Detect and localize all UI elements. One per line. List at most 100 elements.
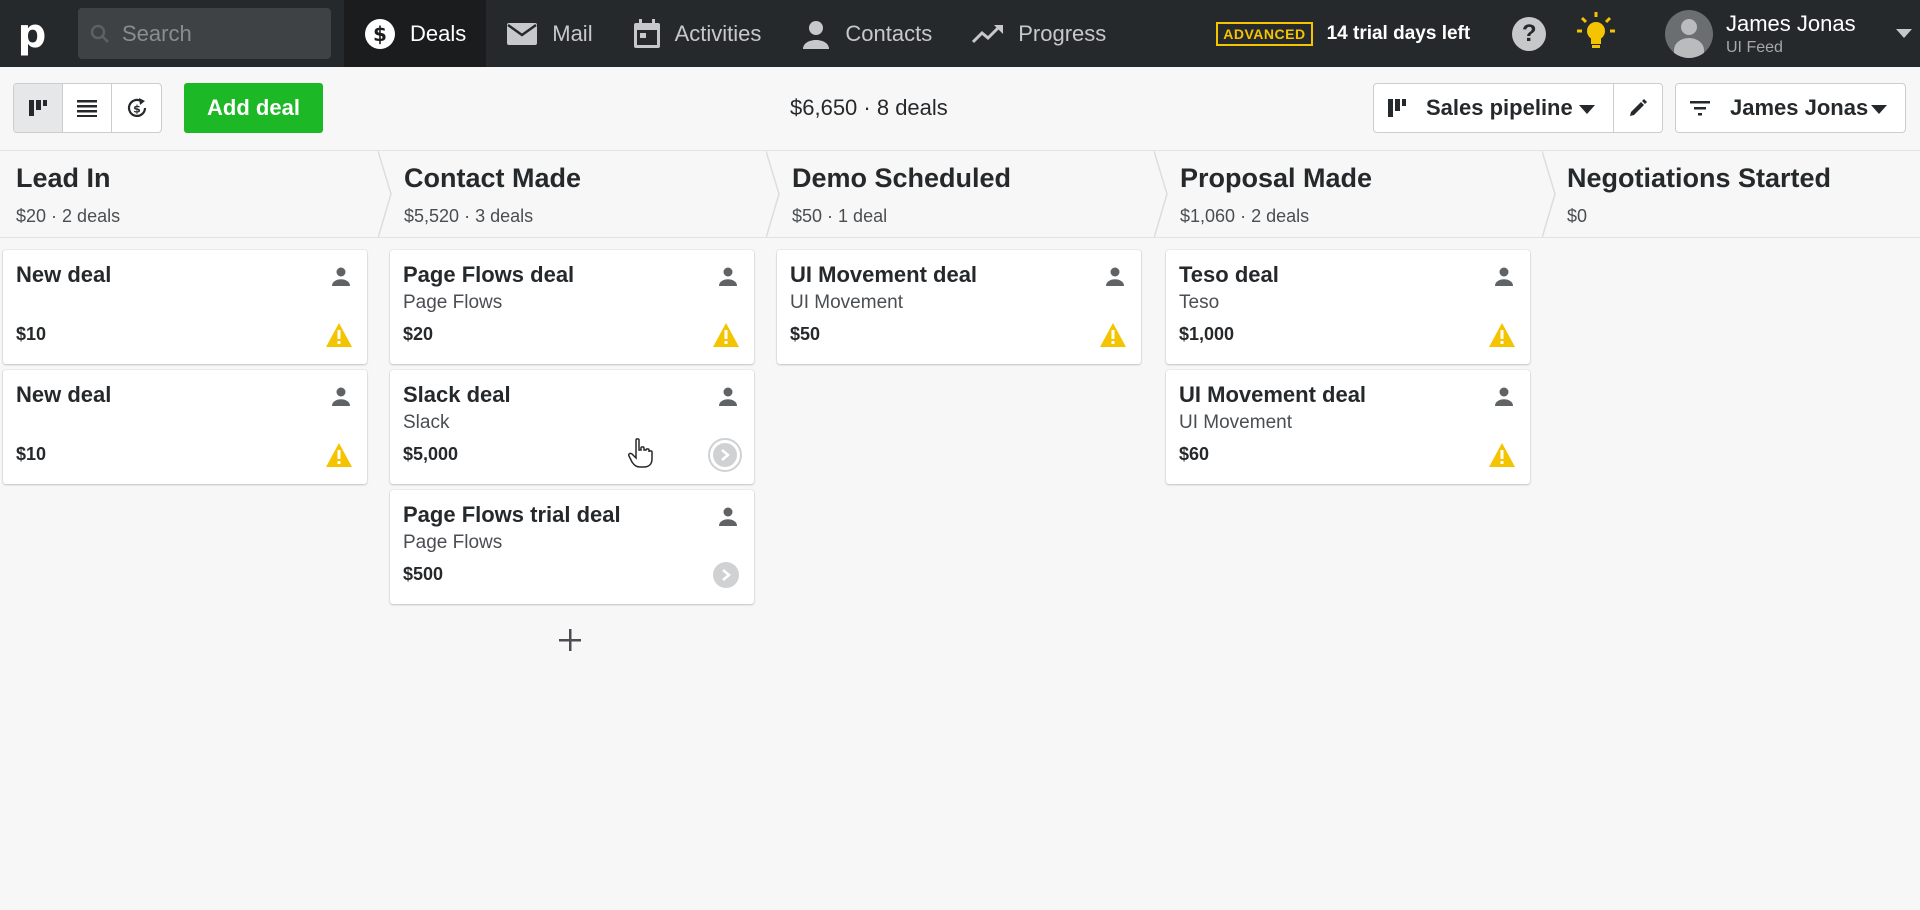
deal-title: New deal <box>16 262 112 287</box>
stage-summary: $5,520 · 3 deals <box>404 206 534 226</box>
person-icon <box>1495 387 1513 406</box>
stage-title: Demo Scheduled <box>792 163 1012 193</box>
warning-icon[interactable] <box>325 442 353 468</box>
deal-value: $50 <box>790 324 821 344</box>
chevron-down-icon <box>1871 105 1887 114</box>
nav-activities-label: Activities <box>674 20 762 46</box>
dollar-circle-icon: $ <box>365 18 395 49</box>
deal-value: $5,000 <box>403 444 459 464</box>
pipeline-view-button[interactable] <box>14 84 63 132</box>
person-icon <box>1495 267 1513 286</box>
nav-contacts[interactable]: Contacts <box>781 0 952 67</box>
warning-icon[interactable] <box>325 322 353 348</box>
stage-summary: $20 · 2 deals <box>16 206 121 226</box>
mail-icon <box>507 22 538 45</box>
search-input[interactable]: Search <box>78 8 331 59</box>
edit-pipeline-button[interactable] <box>1613 83 1663 133</box>
forecast-view-icon: $ <box>127 98 146 117</box>
person-icon <box>1106 267 1124 286</box>
nav-activities[interactable]: Activities <box>613 0 782 67</box>
chevron-down-icon <box>1895 29 1912 38</box>
stage-summary: $50 · 1 deal <box>792 206 888 226</box>
warning-icon[interactable] <box>1488 322 1516 348</box>
nav-deals-label: Deals <box>410 20 467 46</box>
stage-proposal-made[interactable]: Proposal Made $1,060 · 2 deals <box>1180 151 1372 238</box>
search-icon <box>90 24 109 43</box>
pipeline-summary: $6,650 · 8 deals <box>790 95 948 120</box>
stage-separator <box>378 151 392 238</box>
deal-organization: Slack <box>403 412 450 433</box>
warning-icon[interactable] <box>1099 322 1127 348</box>
plan-badge[interactable]: ADVANCED <box>1216 21 1313 46</box>
deal-value: $10 <box>16 324 47 344</box>
nav-deals[interactable]: $ Deals <box>344 0 487 67</box>
deal-card[interactable]: Page Flows deal Page Flows $20 <box>390 250 754 364</box>
filter-icon <box>1690 101 1710 116</box>
nav-contacts-label: Contacts <box>845 20 933 46</box>
stage-column-proposal-made: Teso deal Teso $1,000 UI Movement deal U… <box>1164 238 1552 910</box>
stage-title: Lead In <box>16 163 111 193</box>
user-name: James Jonas <box>1726 10 1856 36</box>
pipedrive-logo[interactable]: p <box>0 0 64 67</box>
nav-mail-label: Mail <box>552 20 593 46</box>
warning-icon[interactable] <box>712 322 740 348</box>
stage-demo-scheduled[interactable]: Demo Scheduled $50 · 1 deal <box>792 151 1011 238</box>
deal-card[interactable]: UI Movement deal UI Movement $50 <box>777 250 1141 364</box>
person-icon <box>719 387 737 406</box>
nav-progress[interactable]: Progress <box>952 0 1126 67</box>
user-menu[interactable]: James Jonas UI Feed <box>1665 0 1912 67</box>
deal-organization: Teso <box>1179 292 1220 313</box>
pipeline-select[interactable]: Sales pipeline <box>1373 83 1614 133</box>
stage-title: Proposal Made <box>1180 163 1373 193</box>
deal-card[interactable]: New deal $10 <box>3 250 367 364</box>
hand-cursor-icon <box>628 438 653 468</box>
schedule-activity-button[interactable] <box>708 438 742 472</box>
warning-icon[interactable] <box>1488 442 1516 468</box>
deal-card[interactable]: UI Movement deal UI Movement $60 <box>1166 370 1530 484</box>
deal-title: Page Flows deal <box>403 262 575 287</box>
pipeline-view-icon <box>29 100 47 116</box>
pipeline-icon <box>1388 99 1406 117</box>
deal-card[interactable]: Slack deal Slack $5,000 <box>390 370 754 484</box>
deal-card[interactable]: Teso deal Teso $1,000 <box>1166 250 1530 364</box>
add-deal-button[interactable]: Add deal <box>184 83 323 133</box>
stage-column-contact-made: Page Flows deal Page Flows $20 Slack dea… <box>388 238 776 910</box>
owner-filter-label: James Jonas <box>1730 95 1869 120</box>
list-view-button[interactable] <box>63 84 112 132</box>
deal-title: UI Movement deal <box>1179 382 1367 407</box>
nav-mail[interactable]: Mail <box>486 0 612 67</box>
add-deal-plus-icon[interactable] <box>558 628 582 652</box>
deal-card[interactable]: New deal $10 <box>3 370 367 484</box>
deal-value: $60 <box>1179 444 1210 464</box>
deal-title: New deal <box>16 382 112 407</box>
owner-filter-select[interactable]: James Jonas <box>1675 83 1906 133</box>
deal-organization: Page Flows <box>403 532 503 553</box>
view-switcher: $ <box>13 83 162 133</box>
deal-title: Slack deal <box>403 382 511 407</box>
stage-negotiations-started[interactable]: Negotiations Started $0 <box>1567 151 1831 238</box>
stage-column-lead-in: New deal $10 New deal $10 <box>0 238 388 910</box>
person-icon <box>719 267 737 286</box>
deal-title: Teso deal <box>1179 262 1279 287</box>
trial-days-left[interactable]: 14 trial days left <box>1327 23 1471 45</box>
schedule-activity-button[interactable] <box>713 562 739 588</box>
stage-lead-in[interactable]: Lead In $20 · 2 deals <box>16 151 120 238</box>
stage-title: Contact Made <box>404 163 582 193</box>
lightbulb-icon[interactable] <box>1576 11 1616 56</box>
deal-value: $20 <box>403 324 434 344</box>
calendar-icon <box>633 18 660 48</box>
help-icon[interactable]: ? <box>1512 16 1547 51</box>
stage-header-bar: Lead In $20 · 2 deals Contact Made $5,52… <box>0 151 1920 238</box>
deal-organization: UI Movement <box>790 292 903 313</box>
deal-value: $1,000 <box>1179 324 1235 344</box>
person-icon <box>719 507 737 526</box>
chevron-right-icon <box>721 449 730 461</box>
pipeline-select-label: Sales pipeline <box>1426 95 1573 120</box>
deals-toolbar: $ Add deal $6,650 · 8 deals Sales pipeli… <box>0 67 1920 151</box>
forecast-view-button[interactable]: $ <box>112 84 161 132</box>
deal-card[interactable]: Page Flows trial deal Page Flows $500 <box>390 490 754 604</box>
deal-organization: Page Flows <box>403 292 503 313</box>
stage-contact-made[interactable]: Contact Made $5,520 · 3 deals <box>404 151 581 238</box>
user-company: UI Feed <box>1726 38 1783 56</box>
pencil-icon <box>1630 99 1647 116</box>
